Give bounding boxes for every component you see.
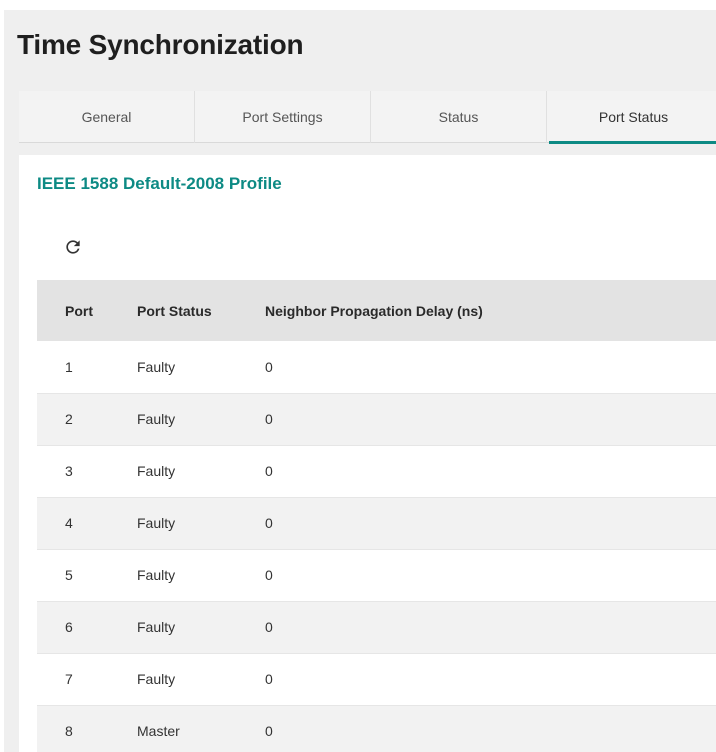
tab-port-settings[interactable]: Port Settings [195, 91, 371, 143]
table-row: 5 Faulty 0 [37, 549, 716, 602]
tab-status[interactable]: Status [371, 91, 547, 143]
cell-delay: 0 [265, 653, 716, 706]
table-row: 1 Faulty 0 [37, 341, 716, 394]
cell-port: 2 [37, 393, 137, 446]
cell-port: 7 [37, 653, 137, 706]
page-title: Time Synchronization [17, 29, 304, 60]
cell-delay: 0 [265, 445, 716, 498]
cell-port-status: Faulty [137, 393, 265, 446]
content-panel: Time Synchronization General Port Settin… [4, 10, 716, 752]
tab-general[interactable]: General [19, 91, 195, 143]
cell-delay: 0 [265, 705, 716, 752]
table-row: 6 Faulty 0 [37, 601, 716, 654]
tab-bar: General Port Settings Status Port Status [19, 91, 716, 144]
profile-title: IEEE 1588 Default-2008 Profile [37, 174, 282, 193]
table-row: 7 Faulty 0 [37, 653, 716, 706]
tab-port-status[interactable]: Port Status [547, 91, 716, 144]
cell-port-status: Faulty [137, 549, 265, 602]
cell-delay: 0 [265, 549, 716, 602]
cell-port-status: Faulty [137, 341, 265, 394]
refresh-button[interactable] [61, 235, 85, 259]
cell-port: 8 [37, 705, 137, 752]
table-row: 2 Faulty 0 [37, 393, 716, 446]
cell-port-status: Faulty [137, 497, 265, 550]
table-row: 3 Faulty 0 [37, 445, 716, 498]
cell-port-status: Faulty [137, 653, 265, 706]
table-row: 4 Faulty 0 [37, 497, 716, 550]
page: Time Synchronization General Port Settin… [0, 0, 716, 752]
cell-port-status: Faulty [137, 445, 265, 498]
cell-port: 4 [37, 497, 137, 550]
column-header-port-status[interactable]: Port Status [137, 280, 265, 341]
table-row: 8 Master 0 [37, 705, 716, 752]
cell-port: 5 [37, 549, 137, 602]
refresh-icon [66, 240, 80, 254]
cell-port-status: Faulty [137, 601, 265, 654]
table-header-row: Port Port Status Neighbor Propagation De… [37, 280, 716, 341]
profile-card: IEEE 1588 Default-2008 Profile Port Port… [19, 155, 716, 752]
cell-delay: 0 [265, 601, 716, 654]
cell-port: 3 [37, 445, 137, 498]
cell-delay: 0 [265, 341, 716, 394]
cell-port: 1 [37, 341, 137, 394]
port-status-table: Port Port Status Neighbor Propagation De… [37, 280, 716, 752]
cell-delay: 0 [265, 497, 716, 550]
column-header-delay[interactable]: Neighbor Propagation Delay (ns) [265, 280, 716, 341]
cell-delay: 0 [265, 393, 716, 446]
column-header-port[interactable]: Port [37, 280, 137, 341]
cell-port-status: Master [137, 705, 265, 752]
cell-port: 6 [37, 601, 137, 654]
